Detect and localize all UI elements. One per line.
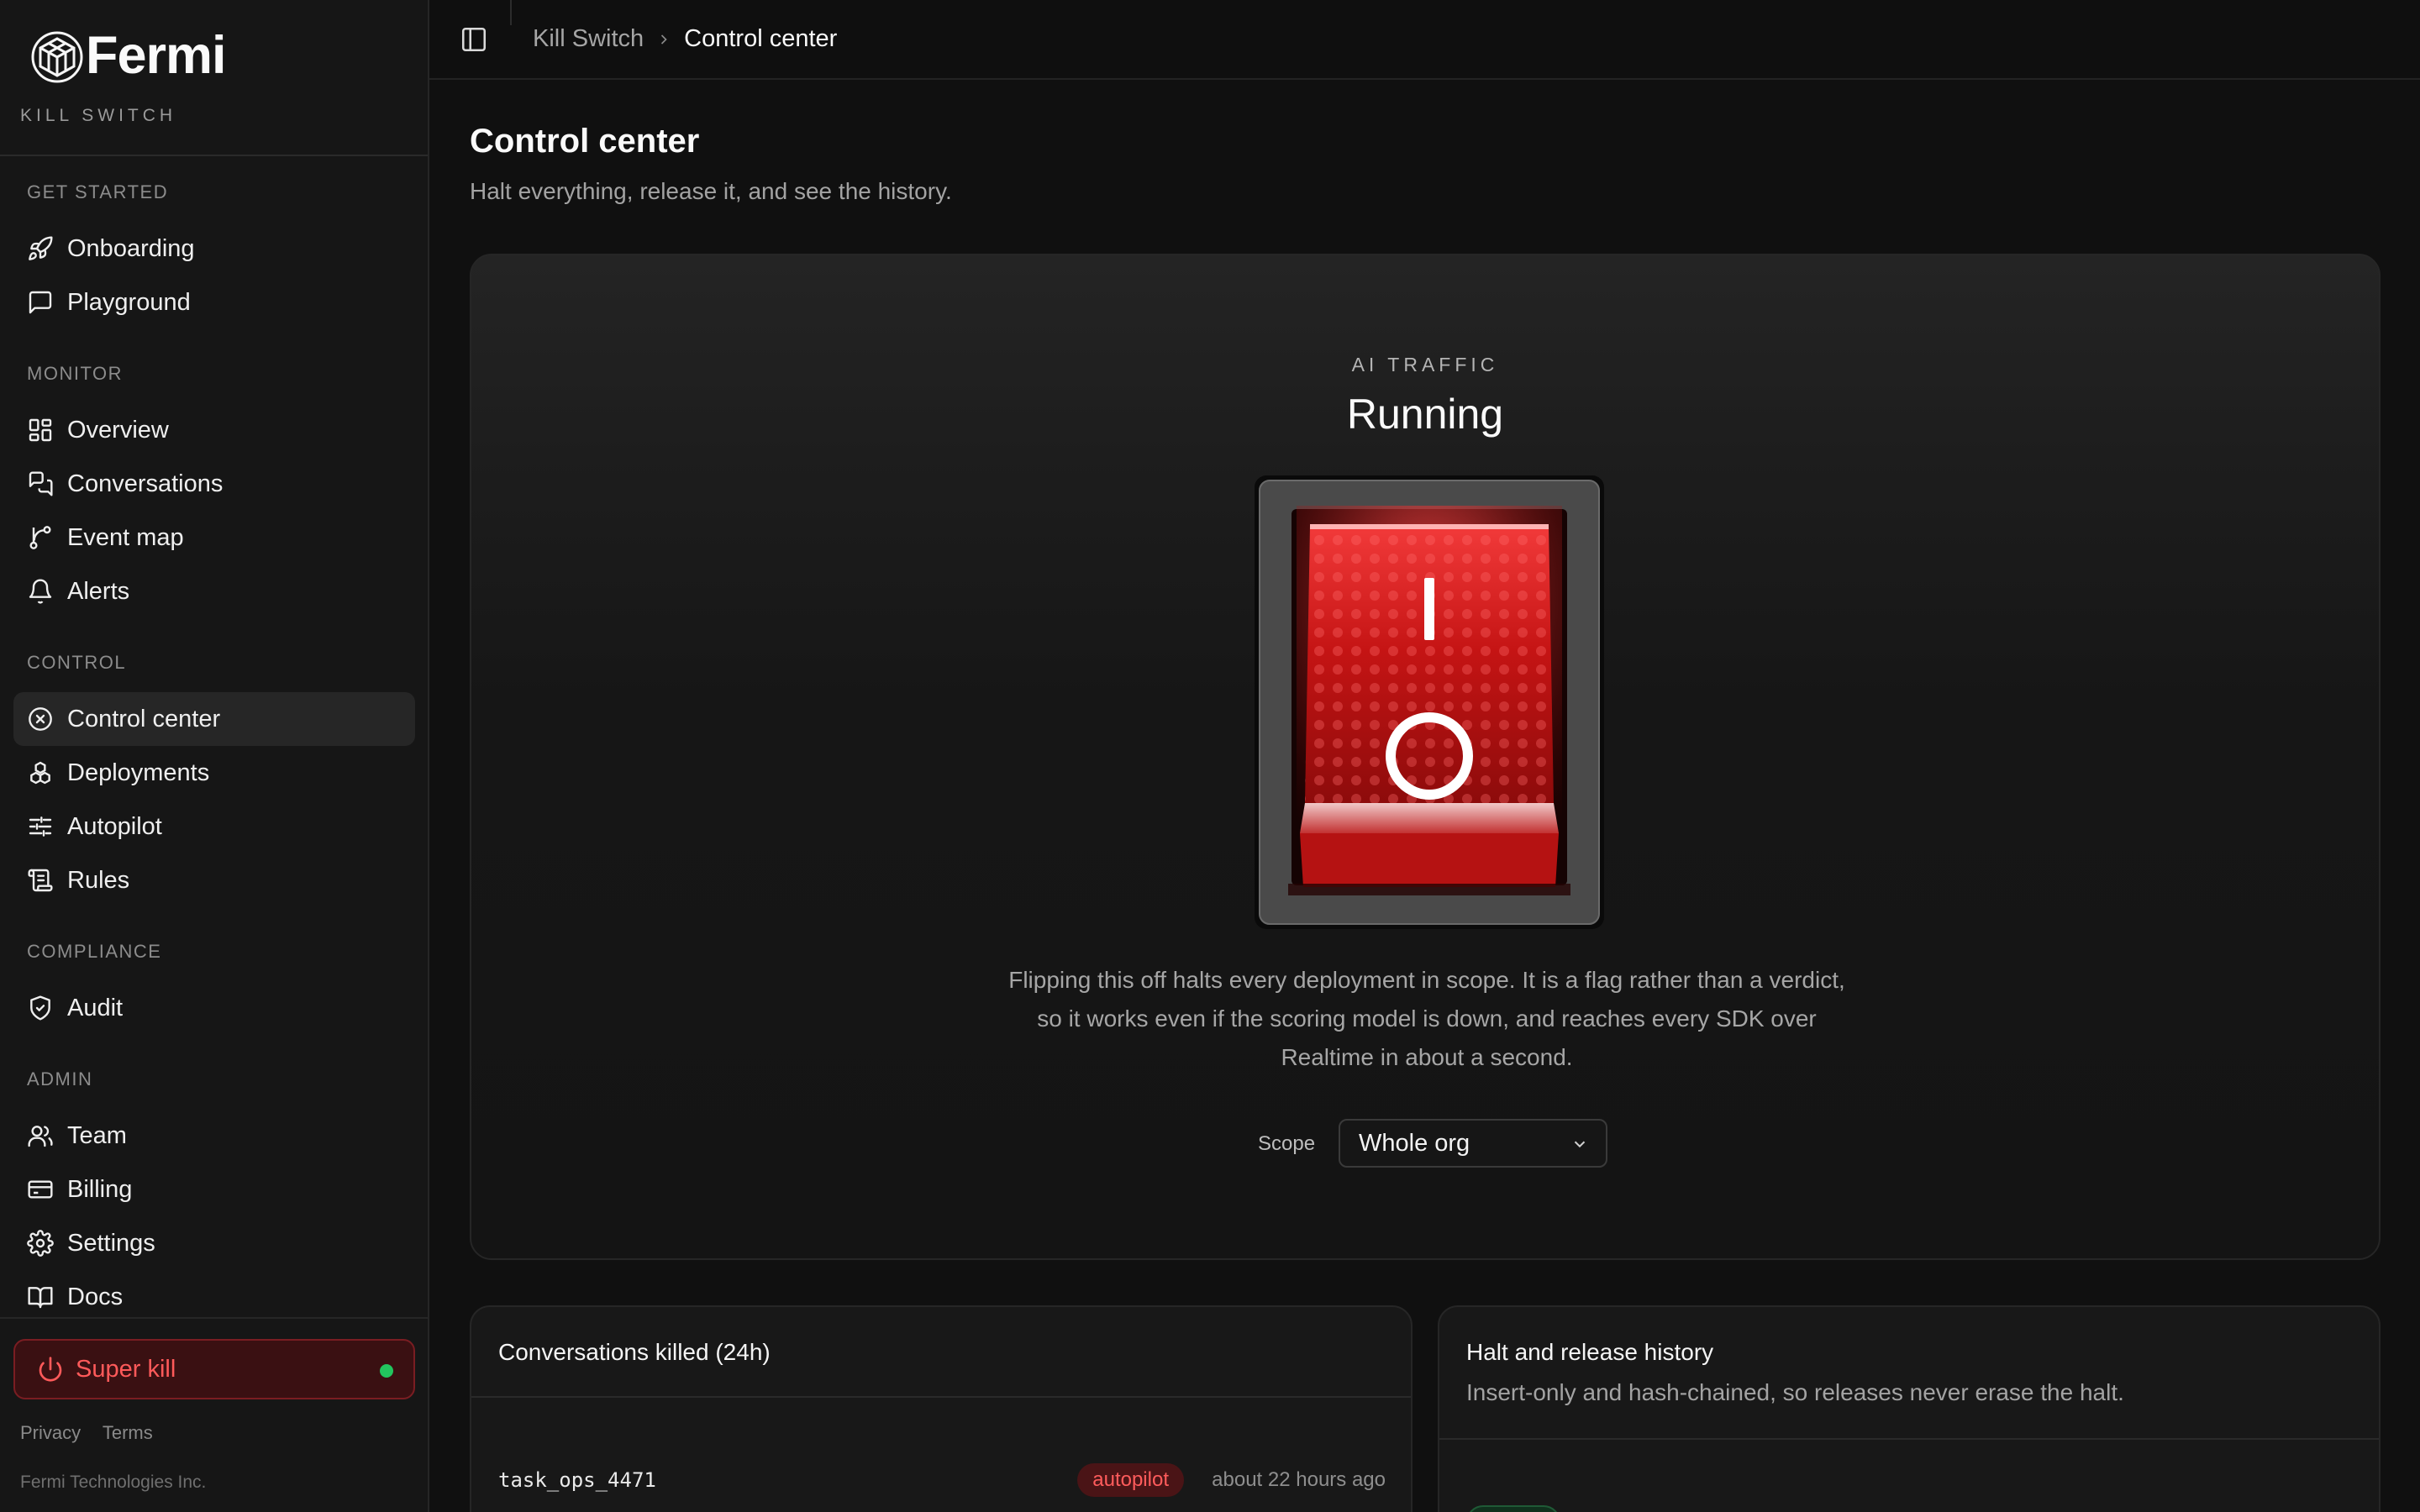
breadcrumb-current: Control center	[684, 25, 838, 52]
sidebar-item-label: Deployments	[67, 759, 210, 786]
source-badge: autopilot	[1077, 1463, 1184, 1497]
chevron-right-icon	[661, 34, 667, 45]
main-content: Kill Switch Control center Control cente…	[429, 0, 2420, 1512]
chat-square-icon	[29, 291, 52, 314]
sidebar-item-docs[interactable]: Docs	[13, 1270, 415, 1324]
status-badge	[1466, 1505, 1560, 1512]
scope-value: Whole org	[1359, 1129, 1470, 1157]
sidebar-item-label: Conversations	[67, 470, 224, 497]
status-dot	[380, 1364, 393, 1378]
sidebar: Fermi KILL SWITCH GET STARTED Onboarding…	[0, 0, 429, 1512]
sidebar-item-deployments[interactable]: Deployments	[13, 746, 415, 800]
chevron-down-icon	[1574, 1141, 1586, 1148]
sidebar-item-label: Onboarding	[67, 234, 195, 262]
sidebar-item-label: Team	[67, 1121, 127, 1149]
kill-switch-toggle[interactable]	[1255, 475, 1604, 929]
sidebar-item-playground[interactable]: Playground	[13, 276, 415, 329]
sidebar-item-settings[interactable]: Settings	[13, 1216, 415, 1270]
shield-check-icon	[30, 995, 50, 1021]
super-kill-label: Super kill	[76, 1355, 176, 1383]
sidebar-item-label: Audit	[67, 994, 124, 1021]
conversation-id: task_ops_4471	[498, 1468, 656, 1492]
sidebar-item-team[interactable]: Team	[13, 1109, 415, 1163]
nav-group-title: COMPLIANCE	[27, 941, 162, 962]
sliders-icon	[29, 816, 52, 837]
rocket-icon	[29, 236, 53, 260]
nav-group-title: GET STARTED	[27, 181, 169, 202]
product-name: KILL SWITCH	[20, 106, 177, 125]
sidebar-toggle-icon[interactable]	[460, 25, 488, 54]
traffic-kicker: AI TRAFFIC	[1351, 354, 1499, 375]
dashboard-icon	[29, 418, 52, 442]
copyright: Fermi Technologies Inc.	[20, 1473, 207, 1492]
switch-description: Flipping this off halts every deployment…	[1008, 967, 1845, 1070]
terms-link[interactable]: Terms	[103, 1422, 153, 1443]
sidebar-item-rules[interactable]: Rules	[13, 853, 415, 907]
circle-x-icon	[29, 707, 52, 731]
nav-group-title: ADMIN	[27, 1068, 93, 1089]
sidebar-item-event-map[interactable]: Event map	[13, 511, 415, 564]
sidebar-item-alerts[interactable]: Alerts	[13, 564, 415, 618]
nav-group-title: MONITOR	[27, 363, 123, 384]
chats-icon	[29, 471, 53, 496]
footer-links: Privacy Terms	[20, 1422, 170, 1444]
scope-select[interactable]: Whole org	[1339, 1119, 1607, 1168]
card-subtitle: Insert-only and hash-chained, so release…	[1466, 1379, 2124, 1405]
privacy-link[interactable]: Privacy	[20, 1422, 81, 1443]
sidebar-item-onboarding[interactable]: Onboarding	[13, 222, 415, 276]
card-divider	[1439, 1438, 2379, 1440]
gear-icon	[27, 1230, 54, 1257]
users-icon	[28, 1126, 53, 1147]
top-bar: Kill Switch Control center	[429, 0, 2420, 80]
page-title: Control center	[470, 123, 700, 160]
sidebar-item-label: Autopilot	[67, 812, 162, 840]
history-card: Halt and release history Insert-only and…	[1438, 1305, 2381, 1512]
sidebar-item-label: Alerts	[67, 577, 130, 605]
bell-icon	[29, 579, 52, 604]
nav-group-title: CONTROL	[27, 652, 127, 673]
sidebar-item-label: Event map	[67, 523, 184, 551]
super-kill-button[interactable]: Super kill	[13, 1339, 415, 1399]
card-title: Conversations killed (24h)	[498, 1339, 771, 1365]
divider	[510, 0, 512, 25]
card-title: Halt and release history	[1466, 1339, 1714, 1365]
sidebar-item-label: Playground	[67, 288, 191, 316]
book-icon	[28, 1287, 53, 1309]
sidebar-item-label: Rules	[67, 866, 130, 894]
sidebar-item-conversations[interactable]: Conversations	[13, 457, 415, 511]
kill-switch-panel: AI TRAFFIC Running Flipping this off hal…	[470, 254, 2381, 1260]
breadcrumb: Kill Switch Control center	[533, 25, 837, 53]
sidebar-item-audit[interactable]: Audit	[13, 981, 415, 1035]
killed-conversations-card: Conversations killed (24h) task_ops_4471…	[470, 1305, 1413, 1512]
sidebar-item-overview[interactable]: Overview	[13, 403, 415, 457]
power-icon	[39, 1357, 62, 1382]
sidebar-item-control-center[interactable]: Control center	[13, 692, 415, 746]
sidebar-item-autopilot[interactable]: Autopilot	[13, 800, 415, 853]
sidebar-item-label: Billing	[67, 1175, 133, 1203]
scroll-icon	[28, 869, 53, 892]
sidebar-item-label: Overview	[67, 416, 169, 444]
breadcrumb-kill-switch[interactable]: Kill Switch	[533, 25, 644, 53]
brand-header: Fermi KILL SWITCH	[0, 0, 428, 156]
sidebar-item-label: Docs	[67, 1283, 124, 1310]
page-subtitle: Halt everything, release it, and see the…	[470, 178, 952, 204]
card-divider	[471, 1396, 1411, 1398]
boxes-icon	[30, 761, 50, 785]
sidebar-item-label: Control center	[67, 705, 221, 732]
credit-card-icon	[28, 1180, 53, 1199]
sidebar-item-billing[interactable]: Billing	[13, 1163, 415, 1216]
timestamp: about 22 hours ago	[1212, 1468, 1386, 1491]
scope-label: Scope	[1258, 1132, 1316, 1155]
table-row[interactable]: task_ops_4471 autopilot about 22 hours a…	[498, 1462, 1386, 1499]
sidebar-divider	[0, 1317, 428, 1319]
branch-icon	[29, 526, 51, 549]
sidebar-item-label: Settings	[67, 1229, 155, 1257]
fermi-logo-icon	[31, 31, 83, 83]
brand-name: Fermi	[86, 26, 227, 85]
traffic-state: Running	[1346, 391, 1504, 438]
